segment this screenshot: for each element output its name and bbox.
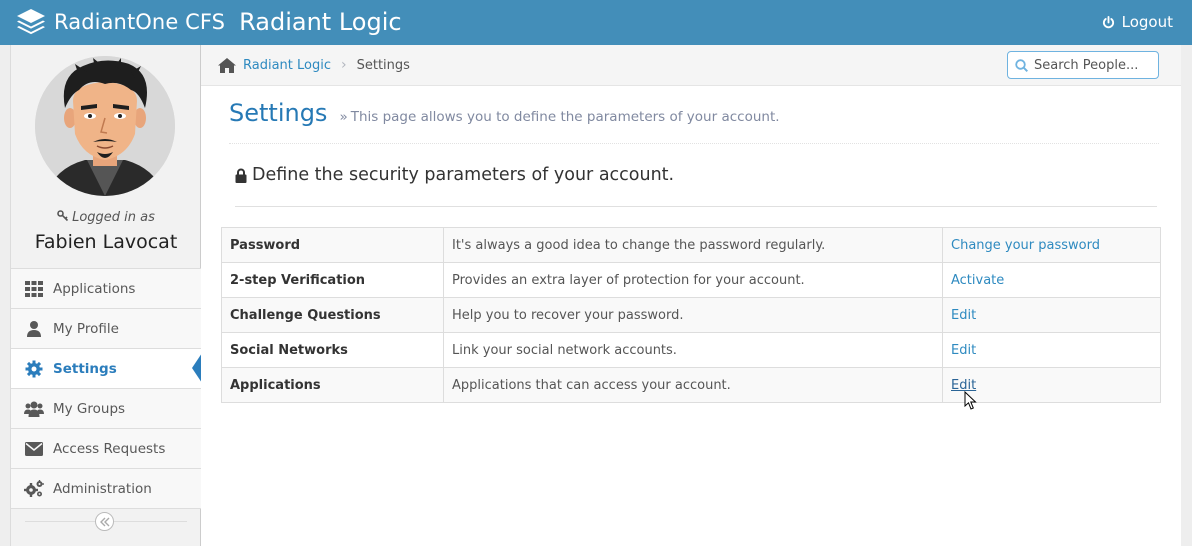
right-gutter xyxy=(1181,45,1192,546)
setting-name: Applications xyxy=(221,367,444,403)
envelope-icon xyxy=(24,440,44,458)
breadcrumb-bar: Radiant Logic › Settings xyxy=(201,45,1181,86)
setting-description: Provides an extra layer of protection fo… xyxy=(443,262,943,298)
user-name: Fabien Lavocat xyxy=(34,231,178,253)
sidebar-item-access-requests[interactable]: Access Requests xyxy=(11,429,201,469)
sidebar-collapse xyxy=(11,508,201,536)
setting-description: Link your social network accounts. xyxy=(443,332,943,368)
user-icon xyxy=(24,320,44,338)
setting-description: It's always a good idea to change the pa… xyxy=(443,227,943,263)
sidebar: Logged in as Fabien Lavocat Applications… xyxy=(10,45,202,546)
setting-action-cell: Activate xyxy=(942,262,1161,298)
setting-description: Applications that can access your accoun… xyxy=(443,367,943,403)
cogs-icon xyxy=(24,479,44,498)
edit-challenge-questions-link[interactable]: Edit xyxy=(951,308,976,323)
setting-description: Help you to recover your password. xyxy=(443,297,943,333)
sidebar-item-administration[interactable]: Administration xyxy=(11,469,201,509)
breadcrumb-current: Settings xyxy=(356,57,410,73)
table-row: 2-step Verification Provides an extra la… xyxy=(221,262,1161,298)
table-row: Password It's always a good idea to chan… xyxy=(221,227,1161,263)
main-content: Radiant Logic › Settings Settings »This … xyxy=(201,45,1181,546)
mouse-cursor-icon xyxy=(964,391,977,410)
power-icon xyxy=(1102,15,1114,28)
setting-action-cell: Edit xyxy=(942,297,1161,333)
setting-name: Password xyxy=(221,227,444,263)
setting-action-cell: Change your password xyxy=(942,227,1161,263)
sidebar-item-label: Access Requests xyxy=(53,440,166,457)
section-title-text: Define the security parameters of your a… xyxy=(252,165,675,185)
gear-icon xyxy=(24,360,44,378)
sidebar-item-my-profile[interactable]: My Profile xyxy=(11,309,201,349)
layers-logo-icon xyxy=(15,7,47,37)
table-row: Social Networks Link your social network… xyxy=(221,332,1161,368)
sidebar-item-label: Applications xyxy=(53,280,136,297)
sidebar-item-applications[interactable]: Applications xyxy=(11,269,201,309)
sidebar-item-label: Settings xyxy=(53,360,117,377)
section-title: Define the security parameters of your a… xyxy=(235,165,1157,207)
setting-name: Social Networks xyxy=(221,332,444,368)
page-header: Settings » This page allows you to define… xyxy=(229,99,1159,144)
activate-2-step-link[interactable]: Activate xyxy=(951,273,1004,288)
logged-in-label: Logged in as xyxy=(11,210,201,225)
top-navbar: RadiantOne CFS Radiant Logic Logout xyxy=(0,0,1192,45)
setting-name: 2-step Verification xyxy=(221,262,444,298)
setting-name: Challenge Questions xyxy=(221,297,444,333)
search-icon xyxy=(1015,58,1028,72)
page-title: Settings xyxy=(229,99,328,127)
product-name: RadiantOne CFS xyxy=(54,10,226,34)
edit-social-networks-link[interactable]: Edit xyxy=(951,343,976,358)
page-subtitle-text: This page allows you to define the param… xyxy=(350,109,780,125)
search-input[interactable] xyxy=(1034,57,1149,73)
logout-button[interactable]: Logout xyxy=(1102,13,1173,31)
logout-label: Logout xyxy=(1121,13,1173,31)
sidebar-nav: Applications My Profile Settings My Grou… xyxy=(11,268,202,509)
double-chevron-right-icon: » xyxy=(339,109,348,125)
brand[interactable]: RadiantOne CFS Radiant Logic xyxy=(15,7,402,37)
search-box[interactable] xyxy=(1007,51,1159,79)
sidebar-item-label: Administration xyxy=(53,480,152,497)
users-icon xyxy=(24,400,44,418)
sidebar-item-my-groups[interactable]: My Groups xyxy=(11,389,201,429)
table-row: Challenge Questions Help you to recover … xyxy=(221,297,1161,333)
lock-icon xyxy=(235,168,247,183)
breadcrumb-separator-icon: › xyxy=(341,57,347,73)
grid-icon xyxy=(24,280,44,298)
logged-in-text: Logged in as xyxy=(72,210,155,225)
table-row: Applications Applications that can acces… xyxy=(221,367,1161,403)
sidebar-item-label: My Profile xyxy=(53,320,119,337)
sidebar-item-settings[interactable]: Settings xyxy=(11,349,202,389)
page-subtitle: » This page allows you to define the para… xyxy=(339,109,779,125)
home-icon xyxy=(218,57,236,73)
company-name: Radiant Logic xyxy=(239,8,402,36)
setting-action-cell: Edit xyxy=(942,332,1161,368)
key-icon xyxy=(57,210,69,222)
breadcrumb: Radiant Logic › Settings xyxy=(218,57,410,73)
double-chevron-left-icon xyxy=(99,517,109,526)
sidebar-item-label: My Groups xyxy=(53,400,126,417)
settings-table: Password It's always a good idea to chan… xyxy=(221,227,1161,403)
breadcrumb-home-link[interactable]: Radiant Logic xyxy=(243,58,331,73)
sidebar-collapse-button[interactable] xyxy=(95,512,114,531)
avatar[interactable] xyxy=(35,56,175,196)
change-password-link[interactable]: Change your password xyxy=(951,238,1100,253)
